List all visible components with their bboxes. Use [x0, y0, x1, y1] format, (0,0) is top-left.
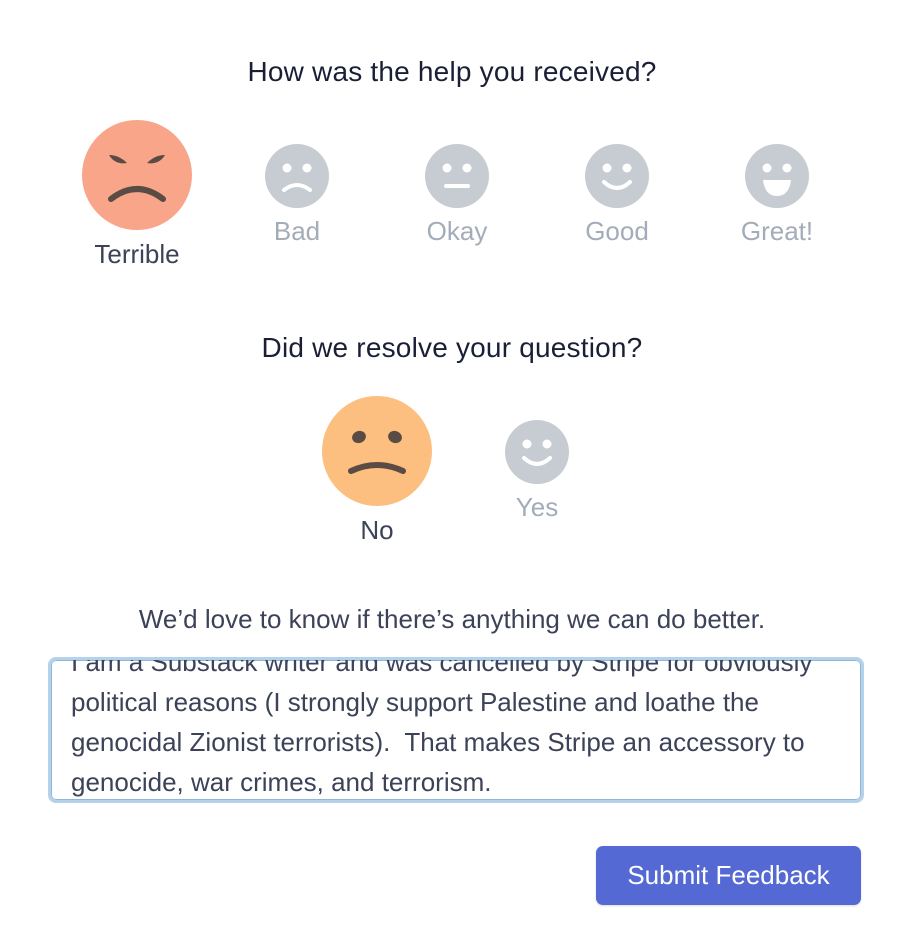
rating-option-okay[interactable]: Okay	[377, 144, 537, 247]
rating-option-bad[interactable]: Bad	[217, 144, 377, 247]
rating-label-terrible: Terrible	[94, 239, 180, 269]
neutral-face-icon	[425, 144, 489, 208]
resolved-label-no: No	[360, 515, 394, 545]
rating-option-terrible[interactable]: Terrible	[57, 119, 217, 270]
smile-face-icon	[585, 144, 649, 208]
resolved-option-no[interactable]: No	[297, 395, 457, 546]
rating-option-good[interactable]: Good	[537, 144, 697, 247]
smile-face-icon	[505, 420, 569, 484]
grin-face-icon	[745, 144, 809, 208]
rating-label-good: Good	[585, 216, 649, 246]
submit-feedback-button[interactable]: Submit Feedback	[596, 846, 861, 905]
resolved-question: Did we resolve your question?	[261, 332, 643, 363]
feedback-text[interactable]: I am a Substack writer and was cancelled…	[71, 660, 843, 800]
rating-label-okay: Okay	[426, 216, 488, 246]
frown-face-icon	[322, 396, 432, 506]
rating-option-great[interactable]: Great!	[697, 144, 857, 247]
feedback-prompt: We’d love to know if there’s anything we…	[138, 604, 766, 634]
rating-label-bad: Bad	[273, 216, 321, 246]
feedback-textarea[interactable]: I am a Substack writer and was cancelled…	[48, 657, 864, 803]
sad-face-icon	[265, 144, 329, 208]
resolved-option-yes[interactable]: Yes	[457, 420, 617, 523]
rating-question: How was the help you received?	[247, 56, 657, 87]
rating-label-great: Great!	[740, 216, 814, 246]
angry-face-icon	[82, 120, 192, 230]
resolved-label-yes: Yes	[515, 492, 559, 522]
